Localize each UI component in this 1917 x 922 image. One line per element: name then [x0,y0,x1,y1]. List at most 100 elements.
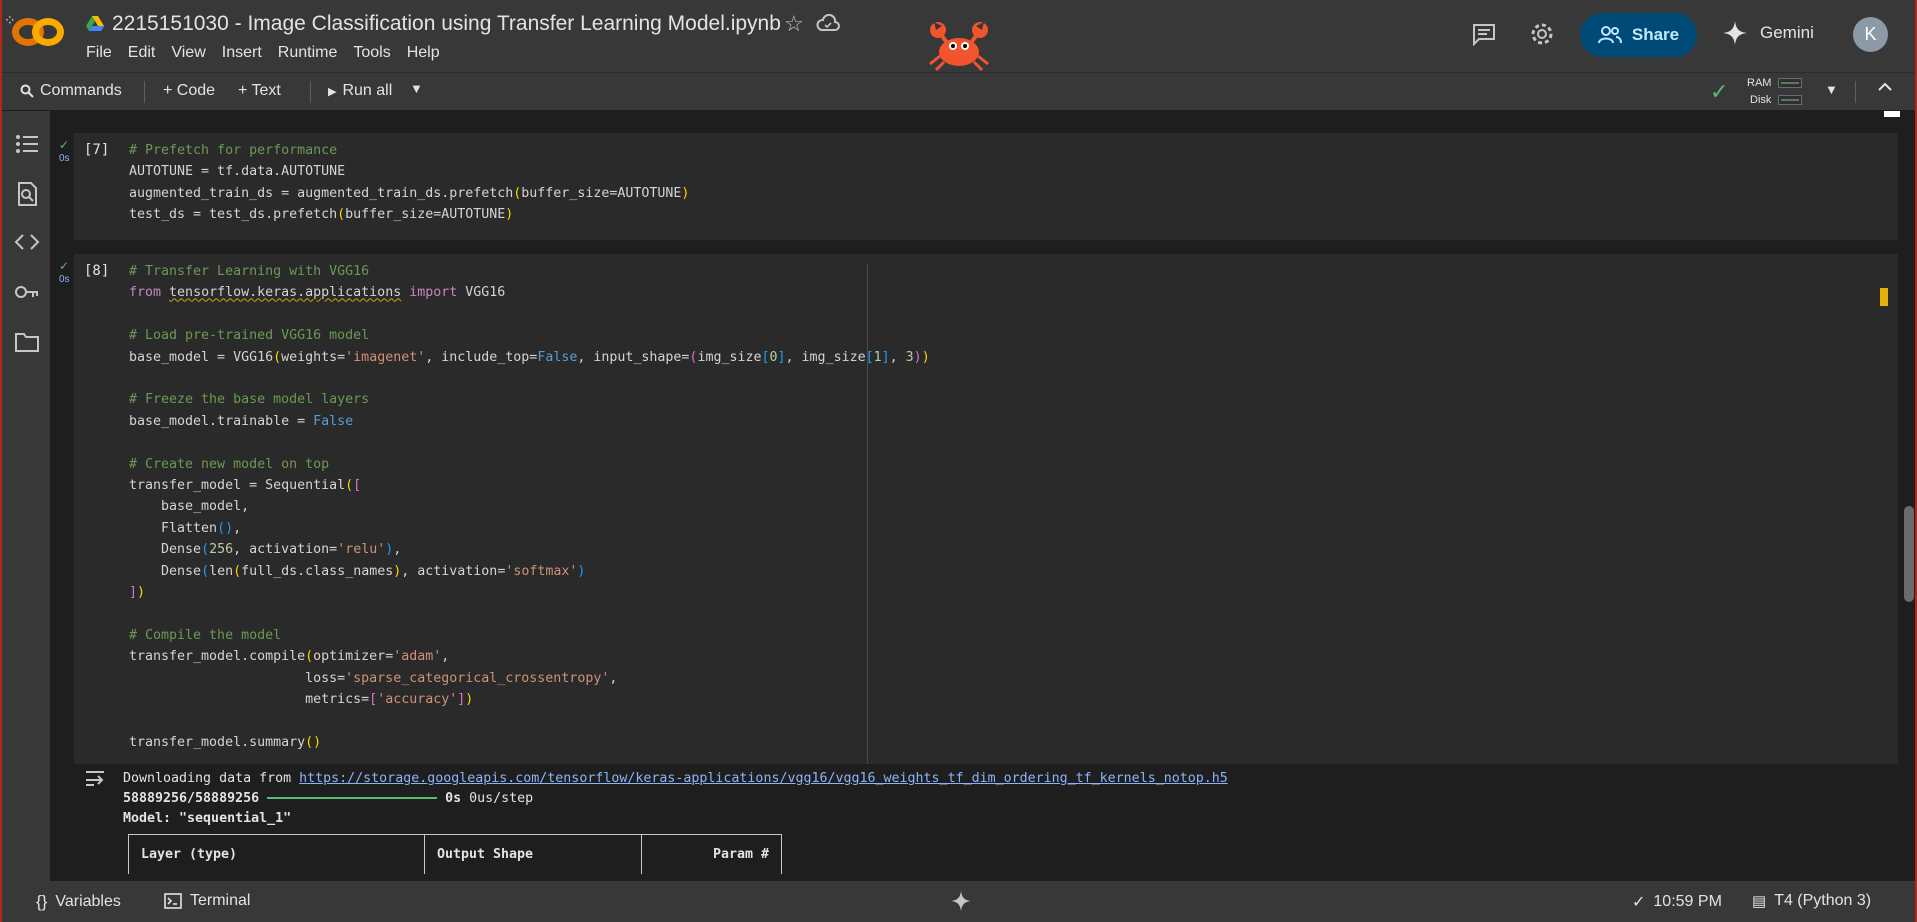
runtime-indicator[interactable]: ▤ T4 (Python 3) [1752,892,1871,910]
share-button[interactable]: Share [1580,13,1697,57]
code-line: Dense(len(full_ds.class_names), activati… [129,563,586,579]
code-editor[interactable]: # Transfer Learning with VGG16 from tens… [129,261,930,753]
code-line: test_ds = test_ds.prefetch(buffer_size=A… [129,207,514,223]
search-icon [20,84,34,98]
star-icon[interactable]: ☆ [784,11,804,37]
progress-line: 58889256/58889256 0s 0us/step [123,791,534,806]
code-line: transfer_model = Sequential([ [129,478,362,494]
disk-bar[interactable] [1778,95,1802,105]
code-line: transfer_model.compile(optimizer='adam', [129,649,450,665]
code-line: augmented_train_ds = augmented_train_ds.… [129,185,690,201]
menu-insert[interactable]: Insert [214,44,270,62]
dropdown-icon: ▼ [410,81,423,96]
code-line: transfer_model.summary() [129,734,322,750]
app-header: ⁘ 2215151030 - Image Classification usin… [2,0,1915,72]
code-line: Flatten(), [129,520,242,536]
variables-icon: {} [36,892,48,911]
toolbar-divider [310,81,311,103]
code-line: # Create new model on top [129,456,330,472]
cell-exec-time: 0s [59,153,70,164]
drive-icon[interactable] [86,16,104,32]
avatar[interactable]: K [1853,17,1888,52]
code-icon[interactable] [14,229,40,255]
download-line: Downloading data from https://storage.go… [123,771,1228,786]
menu-help[interactable]: Help [399,44,448,62]
add-text-button[interactable]: + Text [238,82,281,100]
output-icon[interactable] [84,769,106,787]
code-line: # Freeze the base model layers [129,392,370,408]
menu-edit[interactable]: Edit [120,44,164,62]
gear-icon[interactable] [1529,21,1555,47]
ram-label: RAM [1747,77,1772,89]
disk-label: Disk [1750,94,1772,106]
code-line: AUTOTUNE = tf.data.AUTOTUNE [129,164,346,180]
execution-status[interactable]: ✓ 10:59 PM [1632,892,1722,912]
toc-icon[interactable] [14,131,40,157]
menu-view[interactable]: View [163,44,213,62]
code-cell[interactable]: ✓ 0s [8] # Transfer Learning with VGG16 … [59,254,1898,764]
gemini-sparkle-icon [1723,21,1747,45]
scrollbar-marker [1880,288,1888,306]
menu-runtime[interactable]: Runtime [270,44,346,62]
code-line: Dense(256, activation='relu'), [129,542,402,558]
terminal-button[interactable]: Terminal [164,892,250,910]
cell-exec-time: 0s [59,274,70,285]
runtime-icon: ▤ [1752,893,1767,910]
check-icon: ✓ [1710,79,1729,104]
exec-count[interactable]: [7] [84,142,109,158]
progress-bar [267,797,438,799]
crab-icon [929,22,989,72]
comment-icon[interactable] [1471,22,1497,46]
dropdown-icon: ▼ [1825,82,1838,97]
gemini-sparkle-icon[interactable] [950,890,972,912]
collapse-icon [1878,82,1892,91]
status-bar: {} Variables Terminal ✓ 10:59 PM ▤ T4 (P… [2,881,1915,922]
run-all-dropdown[interactable]: ▼ [410,81,423,96]
code-line: metrics=['accuracy']) [129,692,474,708]
variables-button[interactable]: {} Variables [36,892,121,912]
code-editor[interactable]: # Prefetch for performance AUTOTUNE = tf… [129,140,689,226]
gemini-label: Gemini [1760,23,1814,42]
toolbar-divider [1855,81,1856,103]
add-code-button[interactable]: + Code [163,82,215,100]
colab-logo-icon[interactable]: ⁘ [4,8,68,58]
cell-output: Downloading data from https://storage.go… [74,765,1898,881]
code-line: # Compile the model [129,627,282,643]
scroll-indicator [1884,111,1900,117]
find-icon[interactable] [14,181,40,207]
menu-bar: File Edit View Insert Runtime Tools Help [86,44,448,62]
folder-icon[interactable] [14,329,40,355]
ram-bar [1778,78,1802,88]
notebook-title[interactable]: 2215151030 - Image Classification using … [112,12,781,36]
code-line: from tensorflow.keras.applications impor… [129,285,506,301]
resources-dropdown[interactable]: ▼ [1825,82,1838,97]
menu-file[interactable]: File [86,44,120,62]
model-name-line: Model: "sequential_1" [123,811,292,826]
code-line: # Prefetch for performance [129,143,338,158]
check-icon: ✓ [59,138,70,152]
code-line: ]) [129,585,146,601]
summary-table-header: Layer (type) Output Shape Param # [128,834,782,874]
collapse-button[interactable] [1877,79,1893,95]
table-header-cell: Output Shape [425,835,642,874]
download-link[interactable]: https://storage.googleapis.com/tensorflo… [299,771,1228,786]
scrollbar-thumb[interactable] [1904,506,1914,602]
toolbar-divider [144,81,145,103]
cloud-icon[interactable] [816,14,840,32]
key-icon[interactable] [14,279,40,305]
left-sidebar [2,111,50,881]
table-header-cell: Param # [712,847,769,862]
table-header-cell: Layer (type) [129,835,425,874]
code-line: base_model = VGG16(weights='imagenet', i… [129,349,930,365]
commands-button[interactable]: Commands [20,82,122,100]
menu-tools[interactable]: Tools [345,44,398,62]
code-line: # Transfer Learning with VGG16 [129,264,370,279]
exec-count[interactable]: [8] [84,263,109,279]
play-icon: ▶ [328,85,337,98]
code-cell[interactable]: ✓ 0s [7] # Prefetch for performance AUTO… [59,133,1898,240]
code-line: base_model, [129,499,250,515]
run-all-button[interactable]: ▶ Run all [328,82,392,100]
check-icon: ✓ [59,259,70,273]
notebook-main: ✓ 0s [7] # Prefetch for performance AUTO… [50,111,1915,881]
gemini-button[interactable]: Gemini [1722,20,1814,46]
